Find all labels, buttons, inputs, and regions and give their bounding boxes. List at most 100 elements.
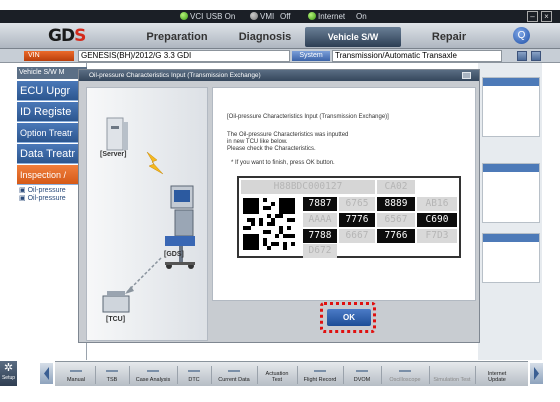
chevron-right-icon: [534, 367, 539, 380]
current-data-icon: [228, 370, 240, 372]
tab-vehicle-sw-management[interactable]: Vehicle S/W Management: [305, 27, 401, 62]
tcu-label: [TCU]: [106, 316, 126, 323]
code-cell: AB16: [417, 197, 457, 211]
toolbar-divider: [297, 366, 298, 384]
actuation-test-button[interactable]: Actuation Test: [261, 365, 293, 385]
current-data-button[interactable]: Current Data: [215, 365, 253, 385]
setup-button[interactable]: ✲ Setup: [0, 361, 17, 386]
tab-diagnosis[interactable]: Diagnosis: [230, 27, 300, 47]
internet-status: Internet: [308, 10, 345, 23]
tsb-label: TSB: [106, 377, 118, 383]
internet-update-button[interactable]: Internet Update: [479, 365, 515, 385]
code-cell: AAAA: [303, 213, 337, 227]
connection-arrow-icon: [126, 257, 162, 293]
menu-item-id-register[interactable]: ID Registe: [17, 102, 87, 122]
code-cell: 6765: [339, 197, 375, 211]
current-data-label: Current Data: [218, 377, 250, 383]
menu-item-option-treatment[interactable]: Option Treatr: [17, 123, 87, 143]
diagram-drawing: [102, 117, 195, 313]
search-icon[interactable]: Q: [513, 27, 530, 44]
tab-preparation[interactable]: Preparation: [126, 27, 228, 47]
message-heading: [Oil-pressure Characteristics Input (Tra…: [227, 114, 389, 120]
code-cell: 7887: [303, 197, 337, 211]
dtc-button[interactable]: DTC: [181, 365, 207, 385]
right-panel: [478, 63, 542, 360]
sub-item-oil-pressure-1[interactable]: ▣ Oil-pressure: [19, 186, 66, 194]
toolbar-prev-arrow[interactable]: [40, 363, 53, 384]
sub-item-oil-pressure-2[interactable]: ▣ Oil-pressure: [19, 194, 66, 202]
main-nav: GDS Preparation Diagnosis Vehicle S/W Ma…: [0, 23, 560, 62]
left-menu-title: Vehicle S/W M: [17, 67, 87, 79]
menu-item-data-treatment[interactable]: Data Treatr: [17, 144, 87, 164]
qr-code-icon: [243, 198, 295, 250]
gds-label: [GDS]: [164, 251, 184, 258]
message-note: * If you want to finish, press OK button…: [231, 160, 335, 166]
vmi-status: VMI: [250, 10, 274, 23]
code-cell: 6567: [377, 213, 415, 227]
internet-label: Internet: [318, 12, 346, 21]
dtc-label: DTC: [188, 377, 200, 383]
manual-button[interactable]: Manual: [61, 365, 91, 385]
toolbar-divider: [381, 366, 382, 384]
case-analysis-icon: [147, 370, 159, 372]
server-icon: [106, 117, 128, 151]
toolbar-next-arrow[interactable]: [530, 363, 543, 384]
oil-pressure-dialog: Oil-pressure Characteristics Input (Tran…: [78, 69, 480, 343]
logo-text: GD: [48, 26, 75, 46]
oscilloscope-button[interactable]: Oscilloscope: [385, 365, 425, 385]
flight-record-label: Flight Record: [303, 377, 337, 383]
toolbar-divider: [429, 366, 430, 384]
vehicle-bar: VIN GENESIS(BH)/2012/G 3.3 GDI System Tr…: [0, 49, 560, 63]
code-cell: 7766: [377, 229, 415, 243]
toolbar-divider: [257, 366, 258, 384]
menu-item-ecu-upgrade[interactable]: ECU Upgr: [17, 81, 87, 101]
vci-status: VCI: [180, 10, 203, 23]
ok-button[interactable]: OK: [327, 309, 371, 326]
dtc-icon: [188, 370, 200, 372]
grid-icon[interactable]: [531, 51, 541, 61]
case-analysis-button[interactable]: Case Analysis: [133, 365, 173, 385]
status-bar: VCI USB On VMI Off Internet On – ×: [0, 10, 560, 23]
right-block-header: [483, 164, 539, 172]
dvom-button[interactable]: DVOM: [347, 365, 377, 385]
flight-record-button[interactable]: Flight Record: [301, 365, 339, 385]
server-label: [Server]: [100, 151, 127, 158]
tab-repair[interactable]: Repair: [404, 27, 494, 47]
code-cell: D672: [303, 244, 337, 258]
system-button[interactable]: System: [292, 51, 330, 61]
minimize-icon[interactable]: –: [527, 11, 538, 22]
gds-logo: GDS: [48, 26, 86, 46]
internet-indicator-icon: [308, 12, 316, 20]
sub-item-label: Oil-pressure: [27, 187, 66, 194]
menu-item-inspection[interactable]: Inspection /: [17, 165, 87, 185]
bottom-toolbar: Manual TSB Case Analysis DTC Current Dat…: [55, 361, 528, 386]
connection-diagram: [Server] [GDS] [TCU]: [86, 87, 208, 341]
oscilloscope-icon: [399, 370, 411, 372]
manual-label: Manual: [66, 377, 86, 383]
gds-window: VCI USB On VMI Off Internet On – × GDS P…: [0, 0, 560, 402]
print-icon[interactable]: [517, 51, 527, 61]
code-header: H88BDC000127: [241, 180, 375, 194]
dialog-close-icon[interactable]: [462, 72, 471, 79]
tsb-button[interactable]: TSB: [99, 365, 125, 385]
simulation-test-button[interactable]: Simulation Test: [433, 365, 471, 385]
message-line: in new TCU like below.: [227, 139, 288, 145]
left-menu: Vehicle S/W M ECU Upgr ID Registe Option…: [17, 63, 87, 360]
simulation-test-label: Simulation Test: [433, 377, 471, 383]
actuation-test-label: Actuation Test: [265, 371, 289, 383]
vci-label: VCI: [190, 12, 204, 21]
logo-text-accent: S: [74, 26, 86, 46]
toolbar-divider: [129, 366, 130, 384]
code-header: CA02: [377, 180, 415, 194]
setup-label: Setup: [1, 375, 16, 381]
characteristics-code-box: H88BDC000127 CA02 7887 6765 8889 AB16 AA…: [237, 176, 461, 258]
toolbar-divider: [177, 366, 178, 384]
close-icon[interactable]: ×: [541, 11, 552, 22]
right-block-header: [483, 234, 539, 242]
dialog-title: Oil-pressure Characteristics Input (Tran…: [79, 70, 479, 81]
toolbar-divider: [343, 366, 344, 384]
manual-icon: [70, 370, 82, 372]
vin-button[interactable]: VIN: [24, 51, 74, 61]
message-line: The Oil-pressure Characteristics was inp…: [227, 132, 349, 138]
vmi-indicator-icon: [250, 12, 258, 20]
